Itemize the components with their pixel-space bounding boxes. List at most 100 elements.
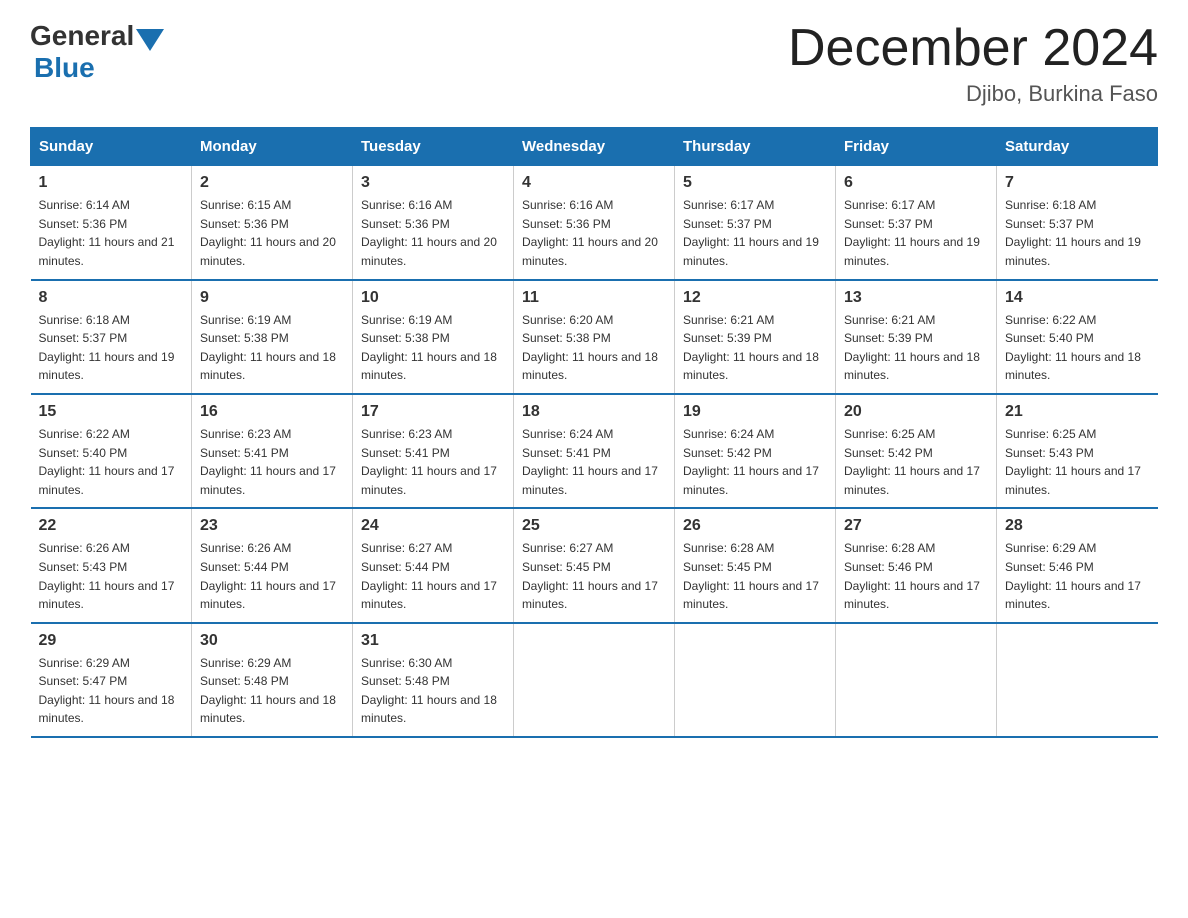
day-info: Sunrise: 6:29 AMSunset: 5:46 PMDaylight:… (1005, 539, 1150, 613)
day-number: 4 (522, 174, 666, 192)
day-number: 13 (844, 289, 988, 307)
calendar-cell: 2 Sunrise: 6:15 AMSunset: 5:36 PMDaylight… (192, 166, 353, 280)
calendar-cell: 14Sunrise: 6:22 AMSunset: 5:40 PMDayligh… (997, 280, 1158, 394)
calendar-cell: 9 Sunrise: 6:19 AMSunset: 5:38 PMDaylight… (192, 280, 353, 394)
calendar-cell: 17 Sunrise: 6:23 AMSunset: 5:41 PMDayligh… (353, 394, 514, 508)
logo-general-text: General (30, 20, 134, 52)
weekday-header-friday: Friday (836, 128, 997, 166)
day-number: 14 (1005, 289, 1150, 307)
page-header: General Blue December 2024 Djibo, Burkin… (30, 20, 1158, 107)
calendar-cell: 24 Sunrise: 6:27 AMSunset: 5:44 PMDayligh… (353, 508, 514, 622)
day-number: 5 (683, 174, 827, 192)
calendar-week-row: 22 Sunrise: 6:26 AMSunset: 5:43 PMDayligh… (31, 508, 1158, 622)
day-number: 22 (39, 517, 184, 535)
weekday-header-row: SundayMondayTuesdayWednesdayThursdayFrid… (31, 128, 1158, 166)
day-info: Sunrise: 6:26 AMSunset: 5:44 PMDaylight:… (200, 539, 344, 613)
calendar-cell: 31Sunrise: 6:30 AMSunset: 5:48 PMDayligh… (353, 623, 514, 737)
calendar-cell (675, 623, 836, 737)
calendar-cell: 30 Sunrise: 6:29 AMSunset: 5:48 PMDayligh… (192, 623, 353, 737)
day-number: 3 (361, 174, 505, 192)
day-number: 27 (844, 517, 988, 535)
day-info: Sunrise: 6:23 AMSunset: 5:41 PMDaylight:… (200, 425, 344, 499)
month-title: December 2024 (788, 20, 1158, 77)
calendar-cell (997, 623, 1158, 737)
day-number: 2 (200, 174, 344, 192)
day-number: 29 (39, 632, 184, 650)
day-number: 19 (683, 403, 827, 421)
calendar-cell: 18Sunrise: 6:24 AMSunset: 5:41 PMDayligh… (514, 394, 675, 508)
day-info: Sunrise: 6:15 AMSunset: 5:36 PMDaylight:… (200, 196, 344, 270)
day-number: 11 (522, 289, 666, 307)
day-number: 23 (200, 517, 344, 535)
calendar-cell: 21 Sunrise: 6:25 AMSunset: 5:43 PMDayligh… (997, 394, 1158, 508)
calendar-cell: 28 Sunrise: 6:29 AMSunset: 5:46 PMDayligh… (997, 508, 1158, 622)
day-info: Sunrise: 6:24 AMSunset: 5:42 PMDaylight:… (683, 425, 827, 499)
day-info: Sunrise: 6:21 AMSunset: 5:39 PMDaylight:… (683, 311, 827, 385)
day-info: Sunrise: 6:21 AMSunset: 5:39 PMDaylight:… (844, 311, 988, 385)
day-number: 24 (361, 517, 505, 535)
logo-arrow-icon (136, 29, 164, 51)
day-info: Sunrise: 6:16 AMSunset: 5:36 PMDaylight:… (522, 196, 666, 270)
day-info: Sunrise: 6:30 AMSunset: 5:48 PMDaylight:… (361, 654, 505, 728)
day-number: 25 (522, 517, 666, 535)
calendar-cell: 27 Sunrise: 6:28 AMSunset: 5:46 PMDayligh… (836, 508, 997, 622)
day-info: Sunrise: 6:14 AMSunset: 5:36 PMDaylight:… (39, 196, 184, 270)
calendar-week-row: 1 Sunrise: 6:14 AMSunset: 5:36 PMDaylight… (31, 166, 1158, 280)
day-info: Sunrise: 6:22 AMSunset: 5:40 PMDaylight:… (39, 425, 184, 499)
title-section: December 2024 Djibo, Burkina Faso (788, 20, 1158, 107)
calendar-cell: 5 Sunrise: 6:17 AMSunset: 5:37 PMDaylight… (675, 166, 836, 280)
weekday-header-tuesday: Tuesday (353, 128, 514, 166)
calendar-week-row: 29 Sunrise: 6:29 AMSunset: 5:47 PMDayligh… (31, 623, 1158, 737)
day-info: Sunrise: 6:28 AMSunset: 5:46 PMDaylight:… (844, 539, 988, 613)
day-number: 26 (683, 517, 827, 535)
day-info: Sunrise: 6:17 AMSunset: 5:37 PMDaylight:… (683, 196, 827, 270)
day-number: 21 (1005, 403, 1150, 421)
logo: General Blue (30, 20, 166, 84)
day-number: 1 (39, 174, 184, 192)
calendar-cell: 7Sunrise: 6:18 AMSunset: 5:37 PMDaylight… (997, 166, 1158, 280)
calendar-cell: 6 Sunrise: 6:17 AMSunset: 5:37 PMDaylight… (836, 166, 997, 280)
logo-blue-text: Blue (34, 52, 95, 83)
day-number: 9 (200, 289, 344, 307)
day-info: Sunrise: 6:25 AMSunset: 5:42 PMDaylight:… (844, 425, 988, 499)
day-number: 17 (361, 403, 505, 421)
day-number: 15 (39, 403, 184, 421)
day-info: Sunrise: 6:16 AMSunset: 5:36 PMDaylight:… (361, 196, 505, 270)
calendar-cell: 22 Sunrise: 6:26 AMSunset: 5:43 PMDayligh… (31, 508, 192, 622)
day-number: 12 (683, 289, 827, 307)
day-info: Sunrise: 6:29 AMSunset: 5:48 PMDaylight:… (200, 654, 344, 728)
calendar-cell: 26 Sunrise: 6:28 AMSunset: 5:45 PMDayligh… (675, 508, 836, 622)
calendar-week-row: 15 Sunrise: 6:22 AMSunset: 5:40 PMDayligh… (31, 394, 1158, 508)
weekday-header-sunday: Sunday (31, 128, 192, 166)
day-info: Sunrise: 6:23 AMSunset: 5:41 PMDaylight:… (361, 425, 505, 499)
day-info: Sunrise: 6:20 AMSunset: 5:38 PMDaylight:… (522, 311, 666, 385)
day-number: 16 (200, 403, 344, 421)
location-label: Djibo, Burkina Faso (788, 81, 1158, 107)
day-number: 20 (844, 403, 988, 421)
day-info: Sunrise: 6:19 AMSunset: 5:38 PMDaylight:… (200, 311, 344, 385)
calendar-cell: 19 Sunrise: 6:24 AMSunset: 5:42 PMDayligh… (675, 394, 836, 508)
day-number: 30 (200, 632, 344, 650)
day-number: 6 (844, 174, 988, 192)
weekday-header-wednesday: Wednesday (514, 128, 675, 166)
day-info: Sunrise: 6:29 AMSunset: 5:47 PMDaylight:… (39, 654, 184, 728)
calendar-table: SundayMondayTuesdayWednesdayThursdayFrid… (30, 127, 1158, 738)
calendar-cell: 15 Sunrise: 6:22 AMSunset: 5:40 PMDayligh… (31, 394, 192, 508)
day-number: 28 (1005, 517, 1150, 535)
calendar-week-row: 8Sunrise: 6:18 AMSunset: 5:37 PMDaylight… (31, 280, 1158, 394)
calendar-cell (836, 623, 997, 737)
weekday-header-thursday: Thursday (675, 128, 836, 166)
day-info: Sunrise: 6:26 AMSunset: 5:43 PMDaylight:… (39, 539, 184, 613)
day-info: Sunrise: 6:28 AMSunset: 5:45 PMDaylight:… (683, 539, 827, 613)
calendar-cell: 1 Sunrise: 6:14 AMSunset: 5:36 PMDaylight… (31, 166, 192, 280)
day-info: Sunrise: 6:17 AMSunset: 5:37 PMDaylight:… (844, 196, 988, 270)
calendar-cell: 29 Sunrise: 6:29 AMSunset: 5:47 PMDayligh… (31, 623, 192, 737)
day-info: Sunrise: 6:27 AMSunset: 5:44 PMDaylight:… (361, 539, 505, 613)
day-info: Sunrise: 6:25 AMSunset: 5:43 PMDaylight:… (1005, 425, 1150, 499)
calendar-cell: 4 Sunrise: 6:16 AMSunset: 5:36 PMDaylight… (514, 166, 675, 280)
day-number: 7 (1005, 174, 1150, 192)
day-info: Sunrise: 6:19 AMSunset: 5:38 PMDaylight:… (361, 311, 505, 385)
weekday-header-monday: Monday (192, 128, 353, 166)
calendar-cell: 8Sunrise: 6:18 AMSunset: 5:37 PMDaylight… (31, 280, 192, 394)
day-number: 8 (39, 289, 184, 307)
